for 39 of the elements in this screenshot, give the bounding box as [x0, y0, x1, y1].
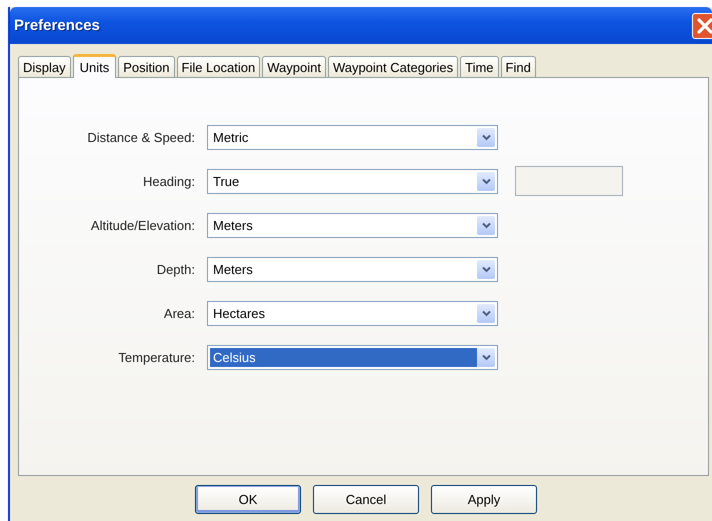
tab[interactable]: Waypoint — [262, 56, 326, 77]
dropdown[interactable]: Meters — [207, 256, 498, 282]
dropdown[interactable]: Meters — [207, 212, 498, 238]
chevron-down-icon — [482, 354, 490, 360]
dropdown-arrow-button[interactable] — [477, 216, 495, 234]
field-label: Heading: — [142, 174, 195, 188]
dropdown-arrow-button[interactable] — [477, 304, 495, 322]
close-button[interactable] — [692, 12, 712, 38]
dropdown[interactable]: Metric — [207, 124, 498, 150]
field-label: Altitude/Elevation: — [90, 218, 195, 232]
dropdown-arrow-button[interactable] — [477, 172, 495, 190]
input-field[interactable] — [515, 166, 623, 196]
dropdown[interactable]: Hectares — [207, 300, 498, 326]
chevron-down-icon — [482, 310, 490, 316]
chevron-down-icon — [482, 178, 490, 184]
tab[interactable]: File Location — [176, 56, 260, 77]
field-label: Area: — [162, 306, 195, 320]
chevron-down-icon — [482, 134, 490, 140]
dropdown-arrow-button[interactable] — [477, 348, 495, 366]
close-icon — [695, 16, 712, 36]
window-title: Preferences — [13, 17, 100, 34]
tab[interactable]: Position — [118, 56, 174, 77]
tab[interactable]: Find — [500, 56, 536, 77]
tab[interactable]: Units — [72, 54, 116, 78]
field-label: Distance & Speed: — [86, 130, 195, 144]
dialog-button[interactable]: Apply — [431, 485, 537, 514]
tab[interactable]: Time — [460, 56, 499, 77]
field-label: Depth: — [156, 262, 195, 276]
chevron-down-icon — [482, 266, 490, 272]
chevron-down-icon — [482, 222, 490, 228]
dialog-button[interactable]: OK — [195, 485, 301, 514]
tab[interactable]: Waypoint Categories — [328, 56, 458, 77]
tab[interactable]: Display — [18, 56, 71, 77]
dropdown-arrow-button[interactable] — [477, 128, 495, 146]
dropdown[interactable]: Celsius — [207, 344, 498, 370]
dialog-button[interactable]: Cancel — [313, 485, 419, 514]
field-label: Temperature: — [117, 350, 195, 364]
dropdown-arrow-button[interactable] — [477, 260, 495, 278]
dropdown[interactable]: True — [207, 168, 498, 194]
